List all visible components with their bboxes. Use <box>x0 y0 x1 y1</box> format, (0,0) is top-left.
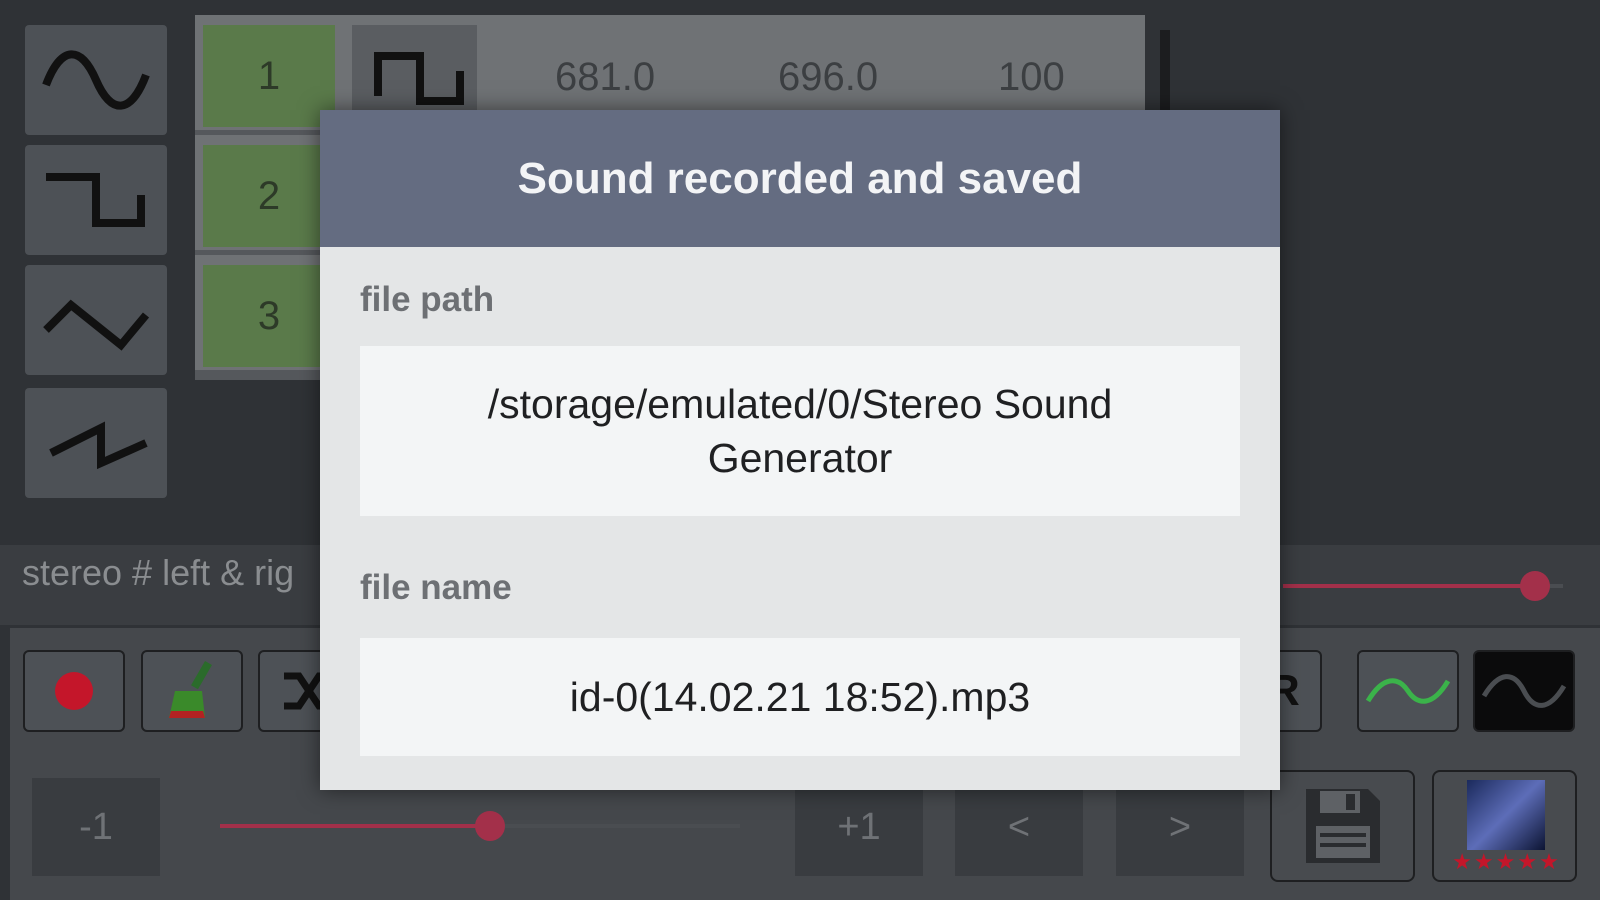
record-button[interactable] <box>23 650 125 732</box>
clear-button[interactable] <box>141 650 243 732</box>
record-icon <box>55 672 93 710</box>
table-scrollbar[interactable] <box>1160 30 1170 120</box>
file-path-label: file path <box>360 280 495 319</box>
frequency-right-value[interactable]: 696.0 <box>778 55 878 100</box>
square-wave-icon <box>373 52 464 105</box>
triangle-wave-icon <box>43 299 150 351</box>
balance-slider-fill <box>1283 584 1535 588</box>
rating-stars: ★★★★★ <box>1452 850 1561 875</box>
file-name-value[interactable]: id-0(14.02.21 18:52).mp3 <box>360 638 1240 756</box>
dialog-title: Sound recorded and saved <box>320 110 1280 247</box>
previous-button[interactable]: < <box>955 778 1083 876</box>
triangle-wave-button[interactable] <box>25 265 167 375</box>
row-number-1[interactable]: 1 <box>203 25 335 127</box>
sawtooth-wave-button[interactable] <box>25 388 167 498</box>
increment-button[interactable]: +1 <box>795 778 923 876</box>
sawtooth-wave-icon <box>49 421 148 470</box>
oscilloscope-button[interactable] <box>1473 650 1575 732</box>
floppy-disk-icon <box>1305 789 1380 863</box>
frequency-slider-fill <box>220 824 490 828</box>
rate-app-button[interactable]: ★★★★★ <box>1432 770 1577 882</box>
stereo-mode-label[interactable]: stereo # left & rig <box>22 552 294 594</box>
waveform-view-button[interactable] <box>1357 650 1459 732</box>
saved-dialog: Sound recorded and saved file path /stor… <box>320 110 1280 790</box>
save-button[interactable] <box>1270 770 1415 882</box>
file-name-label: file name <box>360 568 512 607</box>
broom-icon <box>169 661 212 718</box>
app-logo-icon <box>1467 780 1545 850</box>
file-path-value[interactable]: /storage/emulated/0/Stereo Sound Generat… <box>360 346 1240 516</box>
green-wave-icon <box>1365 678 1451 704</box>
row-number-2[interactable]: 2 <box>203 145 335 247</box>
dark-wave-icon <box>1481 674 1567 708</box>
decrement-button[interactable]: -1 <box>32 778 160 876</box>
row-number-3[interactable]: 3 <box>203 265 335 367</box>
square-wave-button[interactable] <box>25 145 167 255</box>
sine-wave-button[interactable] <box>25 25 167 135</box>
balance-slider-knob[interactable] <box>1520 571 1550 601</box>
square-wave-icon <box>46 173 145 227</box>
frequency-slider-knob[interactable] <box>475 811 505 841</box>
sine-wave-icon <box>42 50 150 110</box>
frequency-left-value[interactable]: 681.0 <box>555 55 655 100</box>
volume-value[interactable]: 100 <box>998 55 1065 100</box>
next-button[interactable]: > <box>1116 778 1244 876</box>
